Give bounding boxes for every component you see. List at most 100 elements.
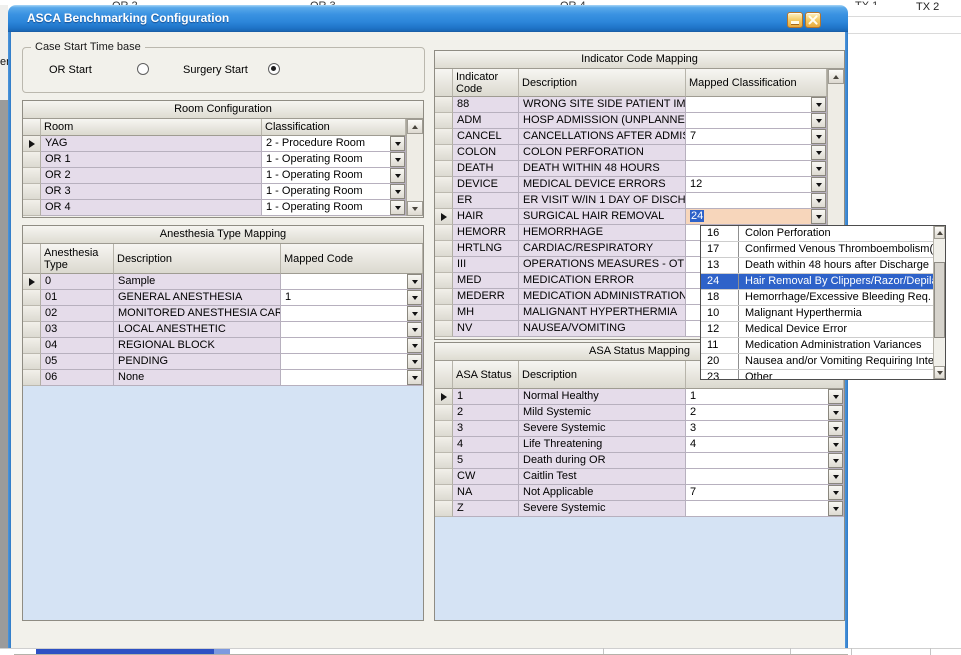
dropdown-button[interactable]	[828, 469, 843, 484]
indicator-code-cell[interactable]: III	[453, 257, 519, 273]
anesthesia-type-cell[interactable]: 0	[41, 274, 114, 290]
description-cell[interactable]: REGIONAL BLOCK	[114, 338, 281, 354]
asa-status-cell[interactable]: CW	[453, 469, 519, 485]
dropdown-button[interactable]	[811, 209, 826, 224]
description-cell[interactable]: PENDING	[114, 354, 281, 370]
dropdown-button[interactable]	[811, 97, 826, 112]
dropdown-button[interactable]	[407, 290, 422, 305]
column-header-indicator-code[interactable]: Indicator Code	[453, 69, 519, 97]
description-cell[interactable]: SURGICAL HAIR REMOVAL	[519, 209, 686, 225]
dropdown-button[interactable]	[811, 129, 826, 144]
row-selector[interactable]	[435, 405, 453, 421]
dropdown-button[interactable]	[828, 389, 843, 404]
indicator-code-cell[interactable]: DEVICE	[453, 177, 519, 193]
asa-status-cell[interactable]: 1	[453, 389, 519, 405]
dropdown-button[interactable]	[407, 354, 422, 369]
asa-status-cell[interactable]: NA	[453, 485, 519, 501]
radio-or-start[interactable]	[137, 63, 149, 75]
description-cell[interactable]: CANCELLATIONS AFTER ADMIS	[519, 129, 686, 145]
asa-status-cell[interactable]: Z	[453, 501, 519, 517]
dropdown-button[interactable]	[828, 501, 843, 516]
row-selector[interactable]	[435, 273, 453, 289]
titlebar[interactable]: ASCA Benchmarking Configuration	[8, 5, 848, 32]
scroll-down-button[interactable]	[934, 366, 945, 379]
mapped-combo[interactable]: 4	[686, 437, 844, 453]
dropdown-button[interactable]	[390, 168, 405, 183]
dropdown-item[interactable]: 23 Other	[701, 370, 933, 380]
indicator-code-cell[interactable]: HRTLNG	[453, 241, 519, 257]
mapped-code-combo[interactable]	[281, 306, 423, 322]
description-cell[interactable]: LOCAL ANESTHETIC	[114, 322, 281, 338]
dropdown-item[interactable]: 10 Malignant Hyperthermia	[701, 306, 933, 322]
description-cell[interactable]: HOSP ADMISSION (UNPLANNED	[519, 113, 686, 129]
column-header-description[interactable]: Description	[519, 361, 686, 389]
description-cell[interactable]: MEDICATION ADMINISTRATION	[519, 289, 686, 305]
dropdown-button[interactable]	[390, 184, 405, 199]
row-selector[interactable]	[23, 168, 41, 184]
scroll-up-button[interactable]	[828, 69, 844, 84]
description-cell[interactable]: None	[114, 370, 281, 386]
dropdown-button[interactable]	[407, 370, 422, 385]
row-selector[interactable]	[23, 370, 41, 386]
indicator-code-cell[interactable]: HEMORR	[453, 225, 519, 241]
description-cell[interactable]: HEMORRHAGE	[519, 225, 686, 241]
row-selector[interactable]	[23, 290, 41, 306]
description-cell[interactable]: Severe Systemic	[519, 501, 686, 517]
description-cell[interactable]: DEATH WITHIN 48 HOURS	[519, 161, 686, 177]
column-header-asa-status[interactable]: ASA Status	[453, 361, 519, 389]
indicator-code-cell[interactable]: MED	[453, 273, 519, 289]
row-selector[interactable]	[435, 177, 453, 193]
dropdown-button[interactable]	[828, 421, 843, 436]
column-header-description[interactable]: Description	[519, 69, 686, 97]
mapped-classification-combo[interactable]: 12	[686, 177, 827, 193]
row-selector[interactable]	[23, 338, 41, 354]
description-cell[interactable]: Death during OR	[519, 453, 686, 469]
row-selector[interactable]	[435, 289, 453, 305]
description-cell[interactable]: Normal Healthy	[519, 389, 686, 405]
mapped-combo[interactable]: 2	[686, 405, 844, 421]
indicator-code-cell[interactable]: 88	[453, 97, 519, 113]
row-selector[interactable]	[435, 437, 453, 453]
close-button[interactable]	[805, 12, 821, 28]
description-cell[interactable]: Not Applicable	[519, 485, 686, 501]
dropdown-button[interactable]	[811, 113, 826, 128]
indicator-code-cell[interactable]: DEATH	[453, 161, 519, 177]
dropdown-button[interactable]	[390, 200, 405, 215]
dropdown-button[interactable]	[407, 274, 422, 289]
row-selector[interactable]	[435, 225, 453, 241]
mapped-classification-combo[interactable]	[686, 193, 827, 209]
mapped-combo[interactable]	[686, 469, 844, 485]
row-selector[interactable]	[435, 113, 453, 129]
description-cell[interactable]: GENERAL ANESTHESIA	[114, 290, 281, 306]
description-cell[interactable]: Life Threatening	[519, 437, 686, 453]
row-selector[interactable]	[435, 501, 453, 517]
mapped-combo[interactable]	[686, 453, 844, 469]
description-cell[interactable]: MEDICATION ERROR	[519, 273, 686, 289]
asa-status-cell[interactable]: 2	[453, 405, 519, 421]
row-selector[interactable]	[435, 193, 453, 209]
row-selector[interactable]	[23, 322, 41, 338]
description-cell[interactable]: COLON PERFORATION	[519, 145, 686, 161]
indicator-code-cell[interactable]: HAIR	[453, 209, 519, 225]
indicator-code-cell[interactable]: CANCEL	[453, 129, 519, 145]
row-selector[interactable]	[435, 257, 453, 273]
anesthesia-type-cell[interactable]: 02	[41, 306, 114, 322]
row-selector[interactable]	[435, 209, 453, 225]
indicator-code-cell[interactable]: NV	[453, 321, 519, 337]
scrollbar-thumb[interactable]	[934, 262, 945, 338]
description-cell[interactable]: ER VISIT W/IN 1 DAY OF DISCH	[519, 193, 686, 209]
row-selector[interactable]	[435, 241, 453, 257]
anesthesia-type-cell[interactable]: 03	[41, 322, 114, 338]
mapped-combo[interactable]: 7	[686, 485, 844, 501]
classification-combo[interactable]: 1 - Operating Room	[262, 200, 406, 216]
column-header-room[interactable]: Room	[41, 119, 262, 136]
row-selector[interactable]	[435, 421, 453, 437]
mapped-classification-combo[interactable]	[686, 145, 827, 161]
description-cell[interactable]: MALIGNANT HYPERTHERMIA	[519, 305, 686, 321]
dropdown-button[interactable]	[390, 136, 405, 151]
classification-combo[interactable]: 1 - Operating Room	[262, 168, 406, 184]
description-cell[interactable]: MONITORED ANESTHESIA CAR	[114, 306, 281, 322]
dropdown-button[interactable]	[811, 145, 826, 160]
anesthesia-type-cell[interactable]: 06	[41, 370, 114, 386]
classification-combo[interactable]: 2 - Procedure Room	[262, 136, 406, 152]
